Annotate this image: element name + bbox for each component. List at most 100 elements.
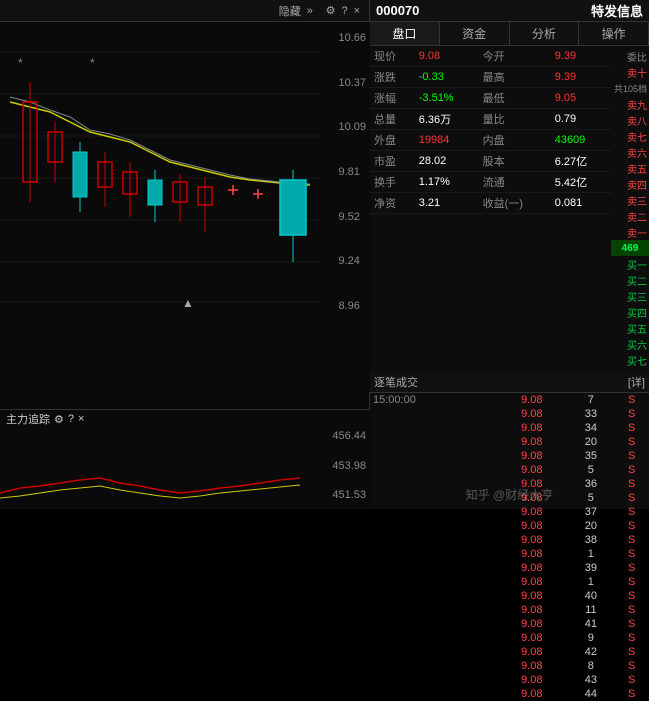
sub-chart-question-icon[interactable]: ? [68,413,74,425]
trans-type-7: S [614,477,649,491]
trans-type-13: S [614,561,649,575]
label-mai3-buy: 买三 [611,288,649,304]
trans-vol-22: 44 [567,687,614,701]
trans-vol-3: 34 [567,421,614,435]
trans-time-22 [370,687,496,701]
trans-row-18: 9.08 9 S [370,631,649,645]
value-neipan: 43609 [551,130,611,151]
question-icon[interactable]: ? [341,5,347,17]
trans-type-19: S [614,645,649,659]
trans-row-16: 9.08 11 S [370,603,649,617]
trans-vol-18: 9 [567,631,614,645]
trans-vol-20: 8 [567,659,614,673]
trans-vol-9: 37 [567,505,614,519]
info-row-6: 市盈 28.02 股本 6.27亿 [370,151,611,172]
trans-type-18: S [614,631,649,645]
value-liutong: 5.42亿 [551,172,611,193]
trans-price-21: 9.08 [496,673,567,687]
trans-time-13 [370,561,496,575]
label-mai1: 卖一 [611,224,649,240]
trans-row-20: 9.08 8 S [370,659,649,673]
trans-time-1: 15:00:00 [370,393,496,407]
value-guben: 6.27亿 [551,151,611,172]
trans-type-14: S [614,575,649,589]
trans-vol-1: 7 [567,393,614,407]
transaction-table: 15:00:00 9.08 7 S 9.08 33 S 9.08 34 S 9.… [370,393,649,701]
trans-type-1: S [614,393,649,407]
trans-time-21 [370,673,496,687]
trans-time-11 [370,533,496,547]
info-row-3: 涨幅 -3.51% 最低 9.05 [370,88,611,109]
gear-icon[interactable]: ⚙ [326,4,336,17]
trans-price-5: 9.08 [496,449,567,463]
tab-zijin[interactable]: 资金 [440,22,510,45]
tab-pankou[interactable]: 盘口 [370,22,440,45]
hide-button[interactable]: 隐藏 [279,3,301,19]
transaction-detail-link[interactable]: [详] [628,374,645,390]
label-zuigao: 最高 [479,67,551,88]
trans-row-22: 9.08 44 S [370,687,649,701]
trans-time-10 [370,519,496,533]
sub-chart-scale: 456.44 453.98 451.53 [332,428,366,503]
trans-time-9 [370,505,496,519]
trans-time-2 [370,407,496,421]
trans-row-2: 9.08 33 S [370,407,649,421]
trans-type-6: S [614,463,649,477]
trans-time-18 [370,631,496,645]
trans-vol-5: 35 [567,449,614,463]
trans-type-22: S [614,687,649,701]
label-neipan: 内盘 [479,130,551,151]
svg-text:▲: ▲ [182,296,194,310]
trans-row-10: 9.08 20 S [370,519,649,533]
trans-vol-15: 40 [567,589,614,603]
value-liangbi: 0.79 [551,109,611,130]
label-mai2-buy: 买二 [611,272,649,288]
tab-caozuo[interactable]: 操作 [579,22,649,45]
trans-type-2: S [614,407,649,421]
info-row-7: 换手 1.17% 流通 5.42亿 [370,172,611,193]
close-icon[interactable]: × [354,5,360,17]
label-mai5: 卖五 [611,160,649,176]
label-mai6-buy: 买六 [611,336,649,352]
label-mai1-buy: 买一 [611,256,649,272]
trans-type-9: S [614,505,649,519]
trans-vol-13: 39 [567,561,614,575]
trans-row-11: 9.08 38 S [370,533,649,547]
price-level-2: 10.37 [338,77,366,89]
trans-row-9: 9.08 37 S [370,505,649,519]
value-zuidi: 9.05 [551,88,611,109]
sub-chart-close-icon[interactable]: × [78,413,84,425]
trans-price-12: 9.08 [496,547,567,561]
hide-arrow-icon: » [307,5,313,17]
value-shouyi: 0.081 [551,193,611,214]
trans-row-4: 9.08 20 S [370,435,649,449]
value-jingzi: 3.21 [415,193,479,214]
label-zhangdie: 涨跌 [370,67,415,88]
label-zongliang: 总量 [370,109,415,130]
sub-chart-gear-icon[interactable]: ⚙ [54,413,64,426]
svg-text:*: * [18,56,23,70]
trans-time-17 [370,617,496,631]
label-mai2: 卖二 [611,208,649,224]
label-waipan: 外盘 [370,130,415,151]
label-jinkui: 今开 [479,46,551,67]
price-level-6: 9.24 [338,255,366,267]
label-xianjia: 现价 [370,46,415,67]
right-panel: 000070 特发信息 盘口 资金 分析 操作 现价 9.08 今开 9.39 … [370,0,649,509]
chart-area: 10.66 10.37 10.09 9.81 9.52 9.24 8.96 [0,22,370,392]
trans-vol-11: 38 [567,533,614,547]
tab-fenxi[interactable]: 分析 [510,22,580,45]
trans-type-4: S [614,435,649,449]
sub-chart-header: 主力追踪 ⚙ ? × [0,410,370,428]
label-zuidi: 最低 [479,88,551,109]
price-level-7: 8.96 [338,300,366,312]
left-panel: 隐藏 » ⚙ ? × 10.66 10.37 10.09 9.81 9.52 9… [0,0,370,509]
value-zhangdie: -0.33 [415,67,479,88]
label-mai4-buy: 买四 [611,304,649,320]
trans-price-11: 9.08 [496,533,567,547]
trans-time-20 [370,659,496,673]
trans-type-8: S [614,491,649,505]
trans-row-14: 9.08 1 S [370,575,649,589]
trans-price-9: 9.08 [496,505,567,519]
info-table: 现价 9.08 今开 9.39 涨跌 -0.33 最高 9.39 涨幅 -3.5… [370,46,611,214]
